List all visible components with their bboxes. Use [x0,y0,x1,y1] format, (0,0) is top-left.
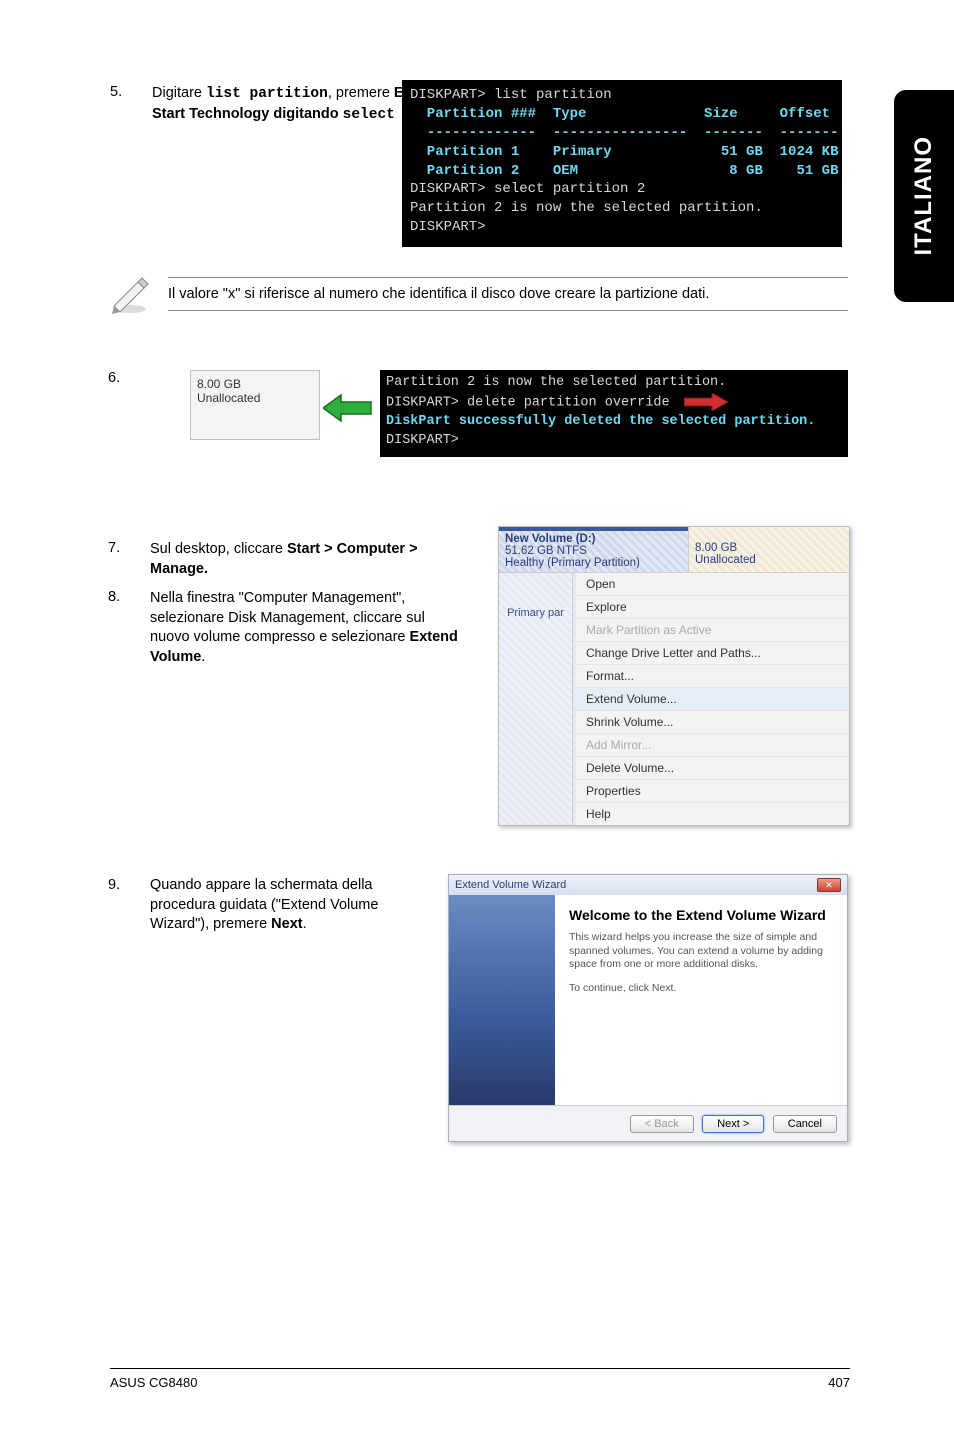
footer-page-number: 407 [828,1375,850,1390]
term1-row1: Partition 1 Primary 51 GB 1024 KB [410,143,834,162]
menu-item-properties[interactable]: Properties [576,780,849,803]
unallocated-box: 8.00 GB Unallocated [190,370,320,440]
step-5-number: 5. [110,84,152,100]
menu-item-extend-volume[interactable]: Extend Volume... [576,688,849,711]
menu-item-format[interactable]: Format... [576,665,849,688]
term1-divider: ------------- ---------------- ------- -… [410,124,834,143]
volume-header-row: New Volume (D:) 51.62 GB NTFS Healthy (P… [499,527,849,573]
term1-line: DISKPART> list partition [410,86,834,105]
menu-item-add-mirror: Add Mirror... [576,734,849,757]
extend-volume-wizard-dialog: Extend Volume Wizard ✕ Welcome to the Ex… [448,874,848,1142]
footer-left: ASUS CG8480 [110,1375,197,1390]
menu-item-open[interactable]: Open [576,573,849,596]
close-icon[interactable]: ✕ [817,878,841,892]
menu-item-explore[interactable]: Explore [576,596,849,619]
menu-item-mark-active: Mark Partition as Active [576,619,849,642]
primary-partition-label: Primary par [499,573,573,825]
wizard-footer: < Back Next > Cancel [449,1105,847,1141]
note-block: Il valore "x" si riferisce al numero che… [108,272,848,316]
wizard-text-1: This wizard helps you increase the size … [569,931,833,972]
red-arrow-right-icon [684,393,728,411]
volume-right-cell: 8.00 GB Unallocated [689,527,849,572]
term1-line: DISKPART> [410,218,834,237]
term2-line: DISKPART> [386,432,842,451]
term1-header: Partition ### Type Size Offset [410,105,834,124]
term1-line: Partition 2 is now the selected partitio… [410,199,834,218]
step-9-number: 9. [108,876,150,896]
green-arrow-left-icon [323,393,373,423]
language-tab-label: ITALIANO [910,136,938,256]
language-tab: ITALIANO [894,90,954,302]
wizard-main: Welcome to the Extend Volume Wizard This… [555,895,847,1105]
volume-left-cell: New Volume (D:) 51.62 GB NTFS Healthy (P… [499,527,689,572]
steps-7-8: 7. Sul desktop, cliccare Start > Compute… [108,540,468,677]
note-text: Il valore "x" si riferisce al numero che… [168,277,848,311]
menu-item-delete-volume[interactable]: Delete Volume... [576,757,849,780]
disk-management-context-menu: New Volume (D:) 51.62 GB NTFS Healthy (P… [498,526,850,826]
wizard-sidebar-graphic [449,895,555,1105]
menu-item-shrink-volume[interactable]: Shrink Volume... [576,711,849,734]
wizard-heading: Welcome to the Extend Volume Wizard [569,907,833,923]
term1-row2: Partition 2 OEM 8 GB 51 GB [410,162,834,181]
diskpart-terminal-1: DISKPART> list partition Partition ### T… [402,80,842,247]
step-8-number: 8. [108,589,150,605]
term2-line: Partition 2 is now the selected partitio… [386,374,842,393]
step-7-number: 7. [108,540,150,556]
menu-item-help[interactable]: Help [576,803,849,825]
step-9: 9. Quando appare la schermata della proc… [108,876,428,945]
next-button[interactable]: Next > [702,1115,764,1133]
step-7-text: Sul desktop, cliccare Start > Computer >… [150,540,468,579]
unalloc-label: Unallocated [197,391,313,405]
step-8-text: Nella finestra "Computer Management", se… [150,589,468,667]
step-6: 6. 8.00 GB Unallocated Partition 2 is no… [108,370,848,457]
pencil-icon [108,272,152,316]
wizard-titlebar: Extend Volume Wizard ✕ [449,875,847,895]
cancel-button[interactable]: Cancel [773,1115,837,1133]
step-9-text: Quando appare la schermata della procedu… [150,876,428,935]
page-footer: ASUS CG8480 407 [110,1368,850,1390]
term1-line: DISKPART> select partition 2 [410,180,834,199]
menu-item-change-letter[interactable]: Change Drive Letter and Paths... [576,642,849,665]
term2-line-delete: DISKPART> delete partition override [386,393,842,413]
context-menu-list: Open Explore Mark Partition as Active Ch… [573,573,849,825]
step-6-number: 6. [108,370,150,457]
wizard-text-2: To continue, click Next. [569,982,833,996]
wizard-title: Extend Volume Wizard [455,879,566,891]
back-button: < Back [630,1115,694,1133]
diskpart-terminal-2: Partition 2 is now the selected partitio… [380,370,848,457]
unalloc-size: 8.00 GB [197,377,313,391]
term2-line: DiskPart successfully deleted the select… [386,413,842,432]
